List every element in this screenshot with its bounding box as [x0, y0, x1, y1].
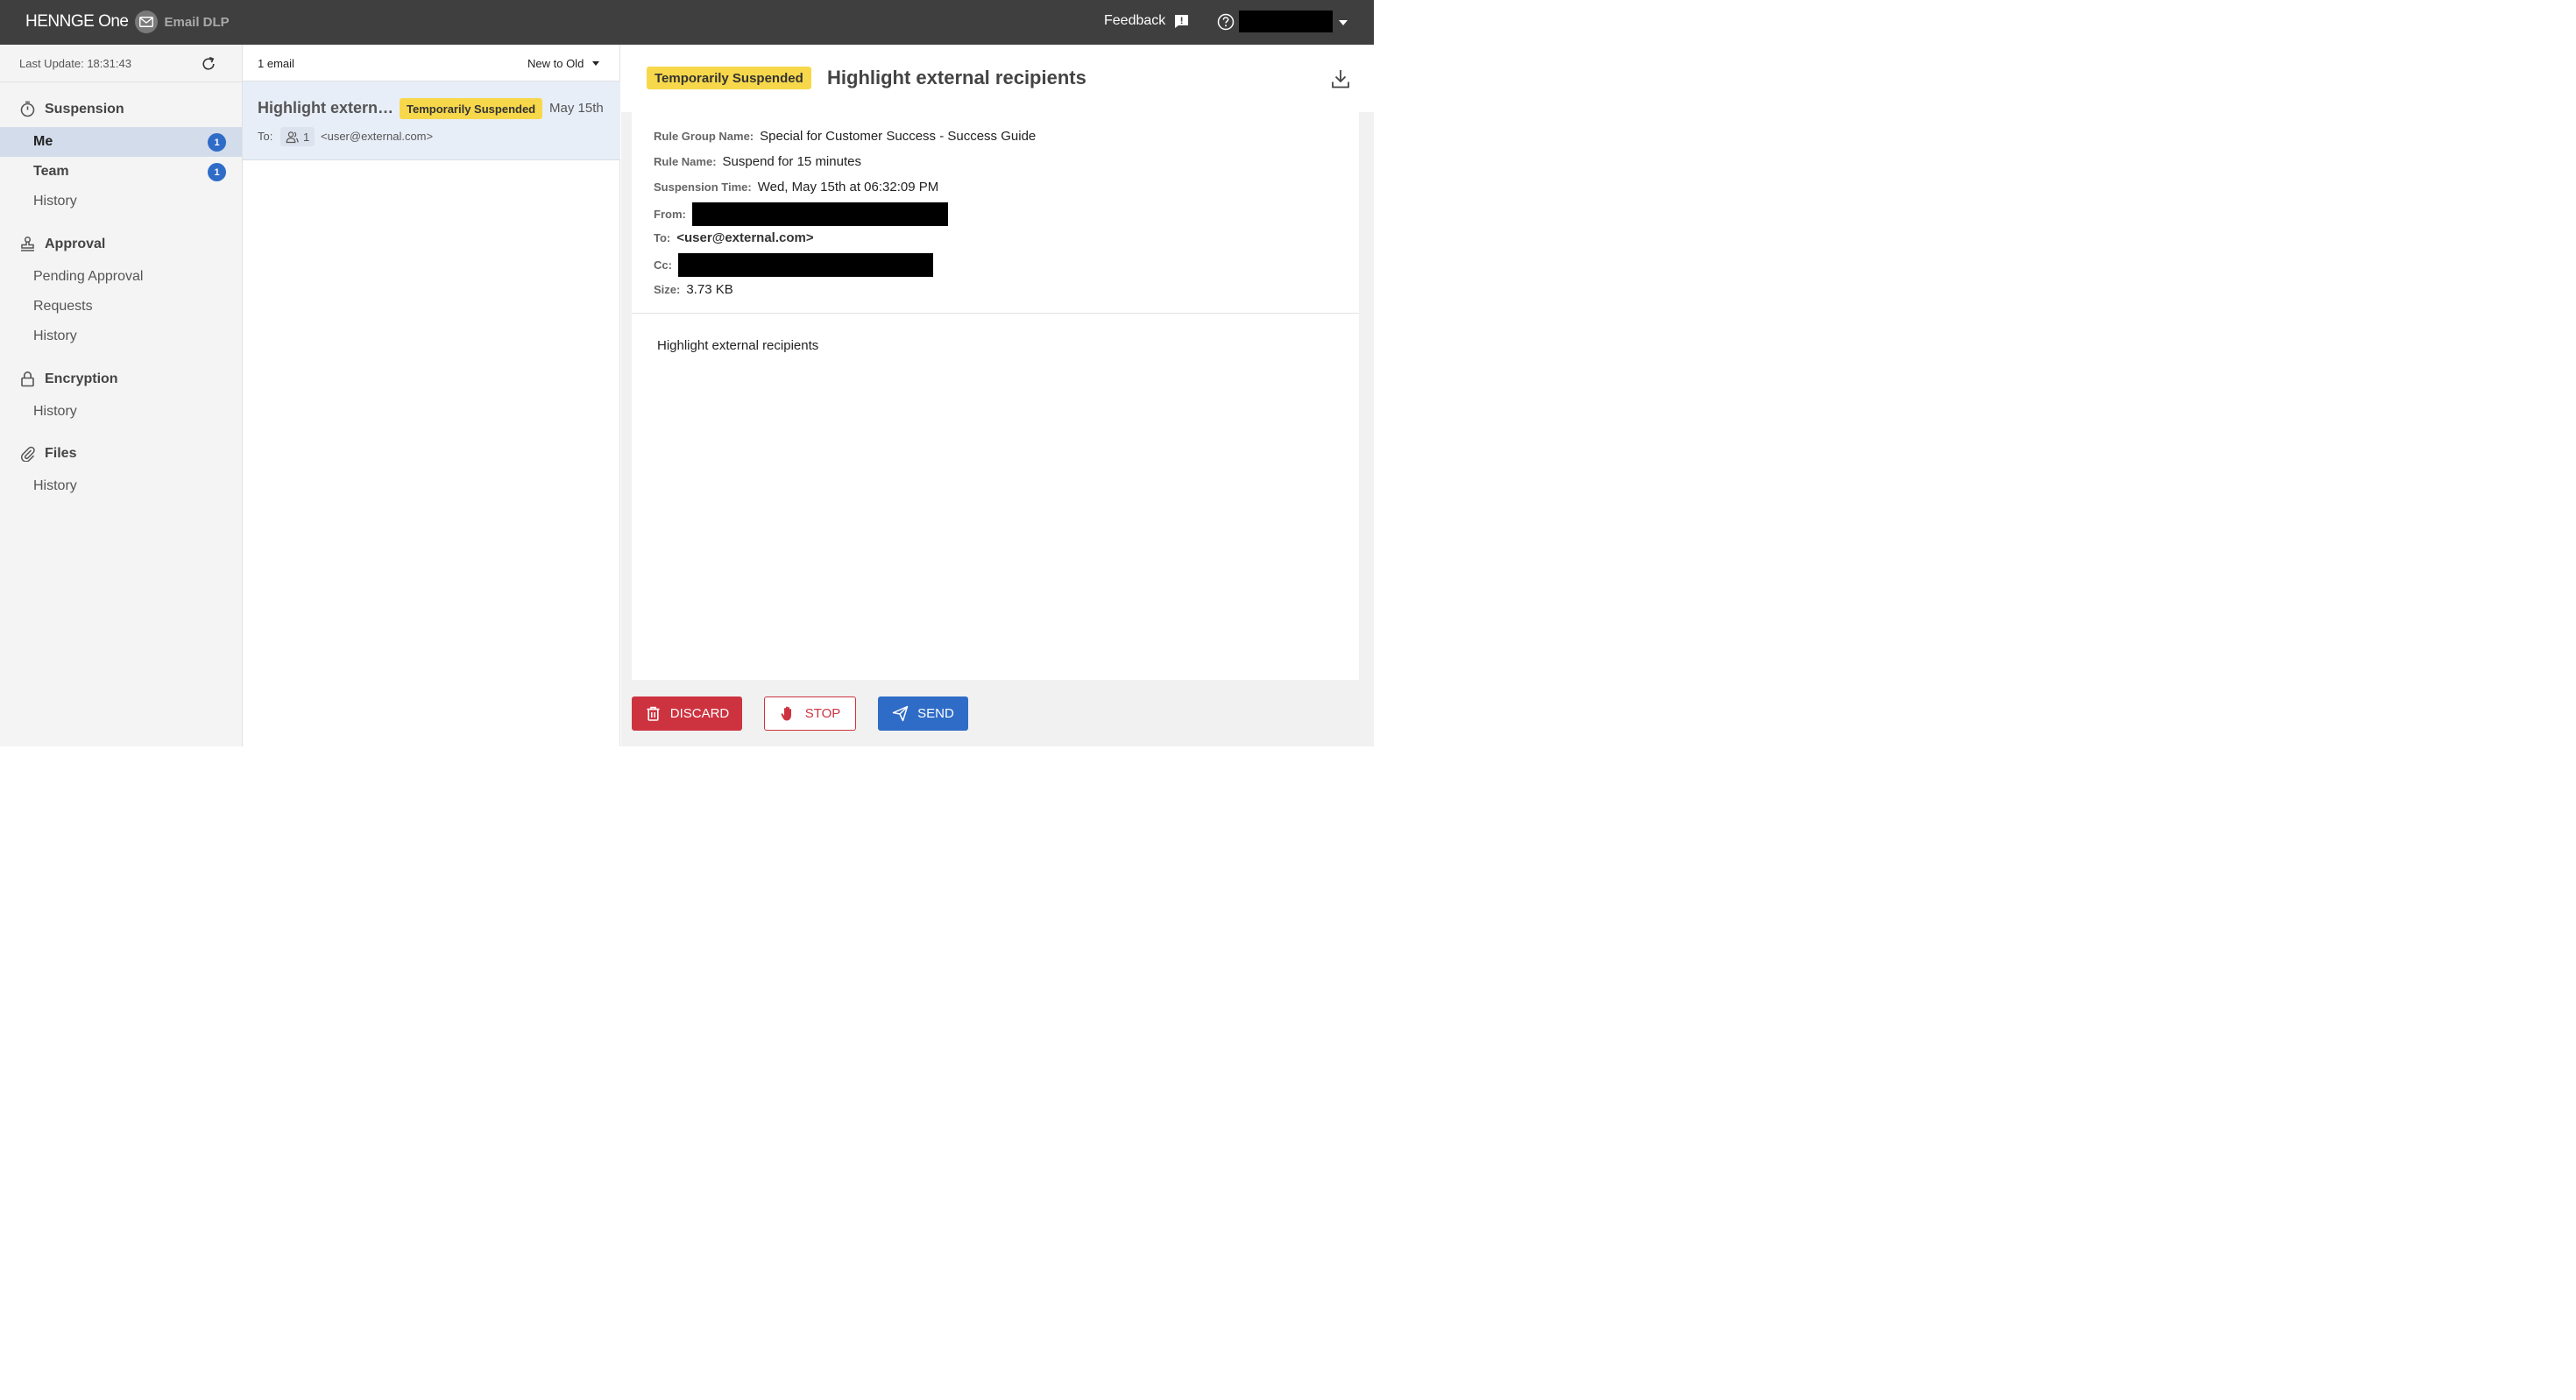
account-menu-caret-icon[interactable] — [1339, 20, 1348, 25]
section-encryption: Encryption — [19, 371, 118, 387]
paperclip-icon — [21, 446, 35, 462]
users-icon — [286, 131, 299, 143]
discard-label: DISCARD — [669, 706, 730, 721]
size-label: Size: — [654, 283, 681, 296]
sidebar-item-label: Me — [33, 134, 53, 149]
email-list-panel: 1 email New to Old Highlight external re… — [243, 45, 620, 746]
from-label: From: — [654, 208, 686, 221]
to-label: To: — [654, 231, 671, 244]
download-icon[interactable] — [1331, 68, 1350, 89]
status-badge: Temporarily Suspended — [400, 98, 543, 119]
suspension-time-label: Suspension Time: — [654, 180, 752, 194]
caret-down-icon — [592, 61, 600, 66]
section-title: Files — [45, 445, 77, 461]
size-value: 3.73 KB — [686, 282, 733, 297]
trash-icon — [647, 706, 660, 721]
email-list-item[interactable]: Highlight external recipients Temporaril… — [243, 81, 620, 160]
discard-button[interactable]: DISCARD — [632, 696, 742, 731]
from-redacted — [691, 202, 948, 226]
list-header: 1 email New to Old — [243, 45, 620, 81]
recipient-count-chip: 1 — [280, 127, 315, 146]
size-row: Size: 3.73 KB — [654, 282, 733, 297]
recipient-address: <user@external.com> — [321, 130, 434, 143]
count-badge: 1 — [208, 163, 226, 181]
rule-name-value: Suspend for 15 minutes — [722, 154, 861, 169]
envelope-icon — [135, 11, 159, 33]
recipient-count: 1 — [303, 130, 310, 144]
sidebar-item-suspension-team[interactable]: Team 1 — [0, 157, 242, 187]
sidebar-item-pending-approval[interactable]: Pending Approval — [0, 262, 242, 292]
sidebar-item-label: History — [33, 404, 77, 419]
send-button[interactable]: SEND — [878, 696, 968, 731]
section-files: Files — [19, 445, 76, 462]
section-title: Suspension — [45, 101, 124, 117]
sidebar: Last Update: 18:31:43 Suspension Me 1 Te… — [0, 45, 243, 746]
email-metadata: Rule Group Name: Special for Customer Su… — [632, 112, 1359, 314]
divider — [0, 81, 243, 82]
sidebar-item-label: History — [33, 478, 77, 493]
status-badge: Temporarily Suspended — [647, 67, 811, 89]
help-icon[interactable] — [1217, 13, 1235, 31]
timer-icon — [20, 101, 35, 117]
lock-icon — [21, 371, 34, 387]
sidebar-item-files-history[interactable]: History — [0, 471, 242, 501]
rule-name-row: Rule Name: Suspend for 15 minutes — [654, 154, 861, 169]
refresh-icon[interactable] — [201, 56, 216, 72]
email-count: 1 email — [258, 57, 294, 70]
stamp-icon — [21, 236, 34, 251]
sidebar-item-suspension-me[interactable]: Me 1 — [0, 127, 242, 157]
detail-header: Temporarily Suspended Highlight external… — [621, 45, 1374, 112]
to-value: <user@external.com> — [676, 230, 814, 245]
sidebar-item-encryption-history[interactable]: History — [0, 397, 242, 427]
from-row: From: — [654, 202, 948, 226]
email-date: May 15th — [549, 101, 604, 116]
email-body: Highlight external recipients — [632, 314, 1359, 680]
to-row: To: <user@external.com> — [654, 230, 814, 245]
feedback-label: Feedback — [1104, 13, 1166, 28]
send-label: SEND — [917, 706, 954, 721]
feedback-button[interactable]: Feedback — [1104, 13, 1189, 29]
section-title: Approval — [45, 236, 106, 251]
sidebar-item-label: History — [33, 329, 77, 343]
sidebar-item-label: Pending Approval — [33, 269, 144, 284]
rule-group-row: Rule Group Name: Special for Customer Su… — [654, 129, 1036, 144]
brand[interactable]: HENNGE One Email DLP — [25, 11, 230, 33]
product-name: Email DLP — [164, 14, 230, 30]
rule-name-label: Rule Name: — [654, 155, 717, 168]
feedback-icon — [1175, 14, 1189, 28]
sidebar-item-label: Team — [33, 164, 69, 179]
brand-logo: HENNGE One — [25, 12, 129, 31]
section-approval: Approval — [19, 236, 105, 252]
suspension-time-value: Wed, May 15th at 06:32:09 PM — [757, 180, 939, 194]
section-suspension: Suspension — [19, 101, 124, 117]
cc-redacted — [677, 253, 933, 277]
email-title: Highlight external recipients — [827, 67, 1086, 88]
hand-stop-icon — [781, 706, 791, 721]
sidebar-item-suspension-history[interactable]: History — [0, 187, 242, 216]
count-badge: 1 — [208, 133, 226, 152]
sidebar-item-approval-history[interactable]: History — [0, 322, 242, 351]
sort-label: New to Old — [527, 57, 584, 70]
last-update: Last Update: 18:31:43 — [19, 57, 131, 70]
email-body-text: Highlight external recipients — [657, 338, 819, 353]
email-subject: Highlight external recipients — [258, 99, 394, 117]
cc-label: Cc: — [654, 258, 672, 272]
stop-label: STOP — [804, 706, 841, 721]
account-name-redacted[interactable] — [1239, 11, 1333, 32]
sidebar-item-requests[interactable]: Requests — [0, 292, 242, 322]
sort-dropdown[interactable]: New to Old — [527, 57, 600, 70]
sidebar-item-label: Requests — [33, 299, 93, 314]
top-bar: HENNGE One Email DLP Feedback — [0, 0, 1374, 45]
to-label: To: — [258, 130, 273, 143]
rule-group-label: Rule Group Name: — [654, 130, 754, 143]
section-title: Encryption — [45, 371, 118, 386]
stop-button[interactable]: STOP — [764, 696, 856, 731]
suspension-time-row: Suspension Time: Wed, May 15th at 06:32:… — [654, 180, 938, 194]
sidebar-item-label: History — [33, 194, 77, 209]
email-detail-panel: Temporarily Suspended Highlight external… — [621, 45, 1374, 746]
cc-row: Cc: — [654, 253, 933, 277]
rule-group-value: Special for Customer Success - Success G… — [760, 129, 1037, 144]
send-icon — [892, 705, 909, 722]
